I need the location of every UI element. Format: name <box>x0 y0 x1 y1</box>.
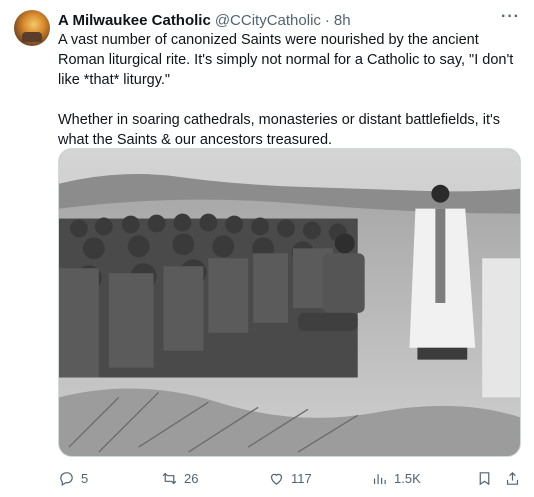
tweet-header: A Milwaukee Catholic @CCityCatholic · 8h… <box>58 8 520 30</box>
like-count: 117 <box>291 470 312 486</box>
views-count: 1.5K <box>394 470 421 486</box>
reply-icon <box>60 471 73 486</box>
tweet-paragraph: Whether in soaring cathedrals, monasteri… <box>58 112 501 148</box>
repost-count: 26 <box>184 470 199 486</box>
like-icon <box>270 473 283 485</box>
tweet-photo[interactable] <box>58 148 521 457</box>
tweet-paragraph: A vast number of canonized Saints were n… <box>58 32 514 88</box>
repost-icon <box>162 472 177 484</box>
reply-count: 5 <box>81 470 89 486</box>
like-button[interactable]: 117 <box>268 468 312 488</box>
separator-dot: · <box>324 11 330 29</box>
repost-button[interactable]: 26 <box>161 468 198 488</box>
author-name[interactable]: A Milwaukee Catholic <box>58 12 211 29</box>
share-icon <box>506 471 519 485</box>
timestamp[interactable]: 8h <box>334 12 351 29</box>
views-icon <box>373 473 386 484</box>
author-handle[interactable]: @CCityCatholic <box>215 12 321 29</box>
tweet: A Milwaukee Catholic @CCityCatholic · 8h… <box>0 0 534 497</box>
bookmark-button[interactable] <box>476 468 493 488</box>
bookmark-icon <box>479 471 490 485</box>
action-bar: 5 26 117 1.5K <box>58 468 520 488</box>
share-button[interactable] <box>504 468 521 488</box>
field-mass-photo <box>59 149 520 456</box>
reply-button[interactable]: 5 <box>58 468 88 488</box>
more-options-icon[interactable]: ··· <box>501 8 520 26</box>
avatar[interactable] <box>14 10 50 46</box>
views-button[interactable]: 1.5K <box>371 468 421 488</box>
